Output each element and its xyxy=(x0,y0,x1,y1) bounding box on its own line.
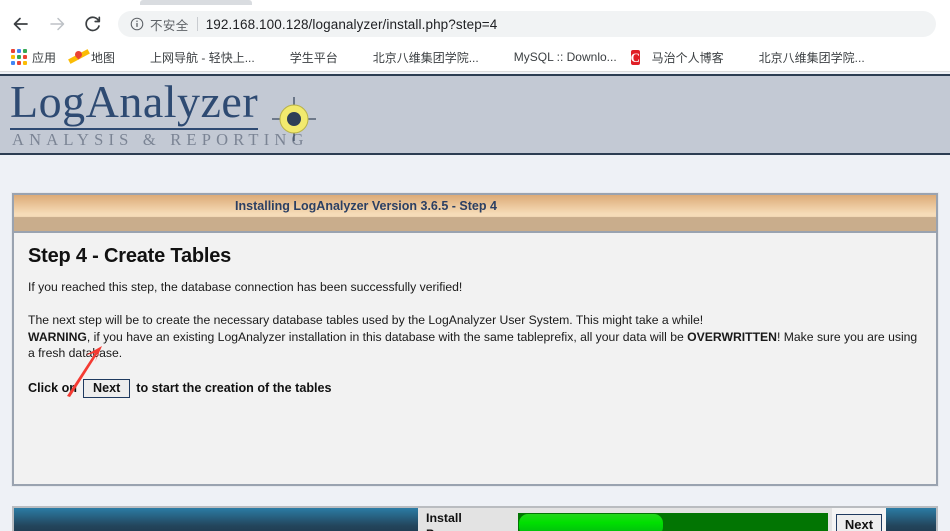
click-suffix: to start the creation of the tables xyxy=(136,381,332,395)
warning-block: The next step will be to create the nece… xyxy=(28,312,922,362)
bookmark-maps[interactable]: 地图 xyxy=(68,46,122,68)
next-step-text: The next step will be to create the nece… xyxy=(28,313,704,327)
next-button-cell: Next xyxy=(832,508,886,531)
security-status-label: 不安全 xyxy=(150,18,189,33)
back-button[interactable] xyxy=(6,9,36,39)
bookmark-label: 北京八维集团学院... xyxy=(758,50,865,65)
red-arrow-annotation-icon xyxy=(67,346,102,397)
warning-middle: , if you have an existing LogAnalyzer in… xyxy=(86,329,688,344)
bookmark-label: 地图 xyxy=(91,50,116,65)
logo-tagline: ANALYSIS & REPORTING xyxy=(12,130,309,149)
reload-icon xyxy=(85,16,101,32)
intro-text: If you reached this step, the database c… xyxy=(28,280,463,294)
panel-body: Step 4 - Create Tables If you reached th… xyxy=(14,233,936,484)
bookmark-label: 马治个人博客 xyxy=(651,50,724,65)
address-bar[interactable]: 不安全 192.168.100.128/loganalyzer/install.… xyxy=(118,11,936,37)
bookmark-label: 上网导航 - 轻快上... xyxy=(150,50,255,65)
progress-track-cell xyxy=(514,508,832,531)
google-maps-icon xyxy=(70,49,86,65)
overwritten-keyword: OVERWRITTEN xyxy=(687,329,777,344)
omnibox-separator xyxy=(196,17,198,31)
bookmark-label: 应用 xyxy=(32,50,57,65)
forward-button[interactable] xyxy=(42,9,72,39)
progress-left-decoration xyxy=(14,508,418,531)
bookmark-personal-blog[interactable]: C 马治个人博客 xyxy=(629,46,731,68)
warning-text: WARNING, if you have an existing LogAnal… xyxy=(28,329,922,362)
globe-icon xyxy=(738,49,754,65)
click-instruction: Click on Next to start the creation of t… xyxy=(28,378,922,398)
bookmark-label: MySQL :: Downlo... xyxy=(513,50,617,64)
bookmark-apps[interactable]: 应用 xyxy=(9,46,63,68)
bookmark-label: 北京八维集团学院... xyxy=(372,50,479,65)
bookmark-mysql-download[interactable]: MySQL :: Downlo... xyxy=(491,46,624,68)
screenshot-root: 不安全 192.168.100.128/loganalyzer/install.… xyxy=(0,0,950,531)
install-progress-row: Install Progress: Next xyxy=(12,506,938,531)
progress-bar-track xyxy=(518,513,828,531)
bookmark-student-platform[interactable]: 学生平台 xyxy=(267,46,345,68)
progress-bar-fill xyxy=(519,514,663,531)
browser-chrome: 不安全 192.168.100.128/loganalyzer/install.… xyxy=(0,0,950,72)
page-title: Step 4 - Create Tables xyxy=(28,245,232,267)
crosshair-target-icon xyxy=(272,97,316,141)
bookmark-bayi-college-2[interactable]: 北京八维集团学院... xyxy=(736,46,872,68)
blue-square-icon xyxy=(269,49,285,65)
info-circle-icon xyxy=(130,17,144,31)
globe-icon xyxy=(352,49,368,65)
reload-button[interactable] xyxy=(78,9,108,39)
apps-grid-icon xyxy=(11,49,27,65)
loganalyzer-logo: LogAnalyzer ANALYSIS & REPORTING xyxy=(8,77,338,151)
panel-header: Installing LogAnalyzer Version 3.6.5 - S… xyxy=(14,195,936,233)
letter-c-icon: C xyxy=(630,50,641,65)
url-text[interactable]: 192.168.100.128/loganalyzer/install.php?… xyxy=(206,17,498,32)
page-content: LogAnalyzer ANALYSIS & REPORTING Install… xyxy=(0,72,950,531)
back-arrow-icon xyxy=(13,17,28,31)
bookmark-label: 学生平台 xyxy=(289,50,338,65)
bookmark-bayi-college-1[interactable]: 北京八维集团学院... xyxy=(350,46,486,68)
panel-header-title: Installing LogAnalyzer Version 3.6.5 - S… xyxy=(235,199,497,213)
site-header-banner: LogAnalyzer ANALYSIS & REPORTING xyxy=(0,74,950,155)
dolphin-icon xyxy=(493,49,509,65)
forward-arrow-icon xyxy=(50,17,65,31)
chrome-icon xyxy=(129,49,145,65)
bookmarks-bar: 应用 地图 上网导航 - 轻快上... 学生平台 北京八维集团学院... MyS xyxy=(0,43,950,72)
logo-wordmark: LogAnalyzer xyxy=(10,77,259,130)
progress-label-line1: Install xyxy=(426,510,462,525)
install-panel: Installing LogAnalyzer Version 3.6.5 - S… xyxy=(12,193,938,486)
navigation-toolbar: 不安全 192.168.100.128/loganalyzer/install.… xyxy=(0,5,950,43)
next-button[interactable]: Next xyxy=(835,514,883,531)
install-progress-label: Install Progress: xyxy=(418,508,514,531)
bookmark-nav-site[interactable]: 上网导航 - 轻快上... xyxy=(127,46,262,68)
progress-right-decoration xyxy=(886,508,936,531)
progress-label-line2: Progress: xyxy=(426,526,514,531)
